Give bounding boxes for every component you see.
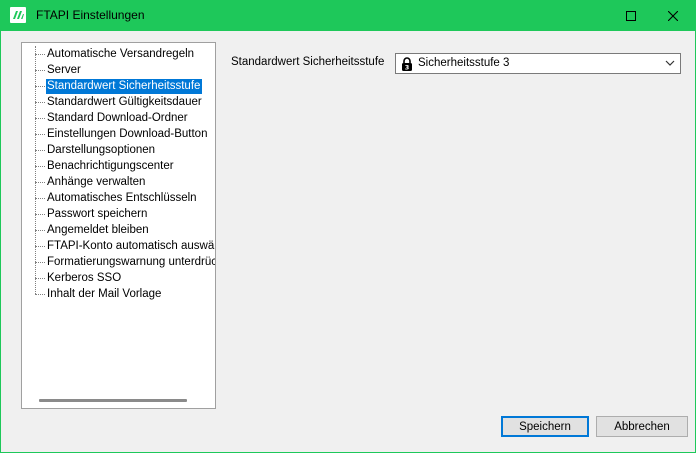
cancel-button[interactable]: Abbrechen (596, 416, 688, 437)
tree-connector (35, 262, 45, 263)
tree-connector (35, 198, 45, 199)
tree-item-label: Inhalt der Mail Vorlage (47, 288, 162, 300)
tree-item[interactable]: Anhänge verwalten (22, 174, 215, 190)
window-title: FTAPI Einstellungen (36, 8, 145, 22)
settings-tree[interactable]: Automatische Versandregeln Server Standard… (21, 42, 216, 409)
tree-item[interactable]: Automatische Versandregeln (22, 46, 215, 62)
tree-item[interactable]: Benachrichtigungscenter (22, 158, 215, 174)
tree-item-label: Standard Download-Ordner (47, 112, 188, 124)
tree-item-label: Kerberos SSO (47, 272, 122, 284)
tree-item[interactable]: Angemeldet bleiben (22, 222, 215, 238)
tree-item[interactable]: Einstellungen Download-Button (22, 126, 215, 142)
security-level-dropdown[interactable]: 3 Sicherheitsstufe 3 (395, 53, 681, 74)
tree-item-label: Anhänge verwalten (47, 176, 146, 188)
tree-connector (35, 246, 45, 247)
tree-item[interactable]: Darstellungsoptionen (22, 142, 215, 158)
svg-text:3: 3 (405, 64, 410, 71)
tree-connector (35, 278, 45, 279)
title-bar[interactable]: FTAPI Einstellungen (0, 0, 696, 31)
tree-item[interactable]: Passwort speichern (22, 206, 215, 222)
tree-item-label: Automatisches Entschlüsseln (47, 192, 197, 204)
maximize-icon (626, 10, 636, 21)
tree-item-label: FTAPI-Konto automatisch auswählen (47, 240, 215, 252)
lock-icon: 3 (402, 57, 412, 71)
horizontal-scrollbar[interactable] (23, 393, 214, 407)
tree-item[interactable]: Kerberos SSO (22, 270, 215, 286)
tree-item[interactable]: Standard Download-Ordner (22, 110, 215, 126)
tree-item[interactable]: FTAPI-Konto automatisch auswählen (22, 238, 215, 254)
tree-item-label: Server (47, 64, 81, 76)
tree-item[interactable]: Standardwert Gültigkeitsdauer (22, 94, 215, 110)
tree-item-label: Angemeldet bleiben (47, 224, 149, 236)
tree-item[interactable]: Standardwert Sicherheitsstufe (22, 78, 215, 94)
tree-item-label: Einstellungen Download-Button (47, 128, 208, 140)
tree-item[interactable]: Server (22, 62, 215, 78)
save-button[interactable]: Speichern (501, 416, 589, 437)
tree-item-label: Darstellungsoptionen (47, 144, 156, 156)
tree-connector (35, 166, 45, 167)
tree-item-label: Standardwert Gültigkeitsdauer (47, 96, 202, 108)
tree-item[interactable]: Automatisches Entschlüsseln (22, 190, 215, 206)
tree-connector (35, 230, 45, 231)
chevron-down-icon (665, 60, 675, 66)
tree-item-label: Benachrichtigungscenter (47, 160, 174, 172)
tree-list: Automatische Versandregeln Server Standard… (22, 46, 215, 302)
maximize-button[interactable] (608, 0, 654, 31)
scrollbar-thumb[interactable] (39, 399, 187, 402)
tree-connector (35, 70, 45, 71)
close-icon (668, 10, 678, 21)
security-level-value: Sicherheitsstufe 3 (418, 57, 510, 69)
tree-connector (35, 118, 45, 119)
tree-connector (35, 214, 45, 215)
tree-item-label: Formatierungswarnung unterdrücken (47, 256, 216, 268)
tree-connector (35, 86, 45, 87)
close-button[interactable] (650, 0, 696, 31)
app-logo-icon (10, 7, 26, 23)
tree-item-label: Automatische Versandregeln (47, 48, 195, 60)
tree-connector (35, 150, 45, 151)
tree-item[interactable]: Formatierungswarnung unterdrücken (22, 254, 215, 270)
tree-connector (35, 54, 45, 55)
security-level-label: Standardwert Sicherheitsstufe (231, 56, 385, 68)
tree-item-label: Passwort speichern (47, 208, 148, 220)
tree-connector (35, 102, 45, 103)
tree-item[interactable]: Inhalt der Mail Vorlage (22, 286, 215, 302)
tree-connector (35, 134, 45, 135)
tree-connector (35, 294, 45, 295)
tree-item-label: Standardwert Sicherheitsstufe (46, 79, 203, 94)
tree-connector (35, 182, 45, 183)
